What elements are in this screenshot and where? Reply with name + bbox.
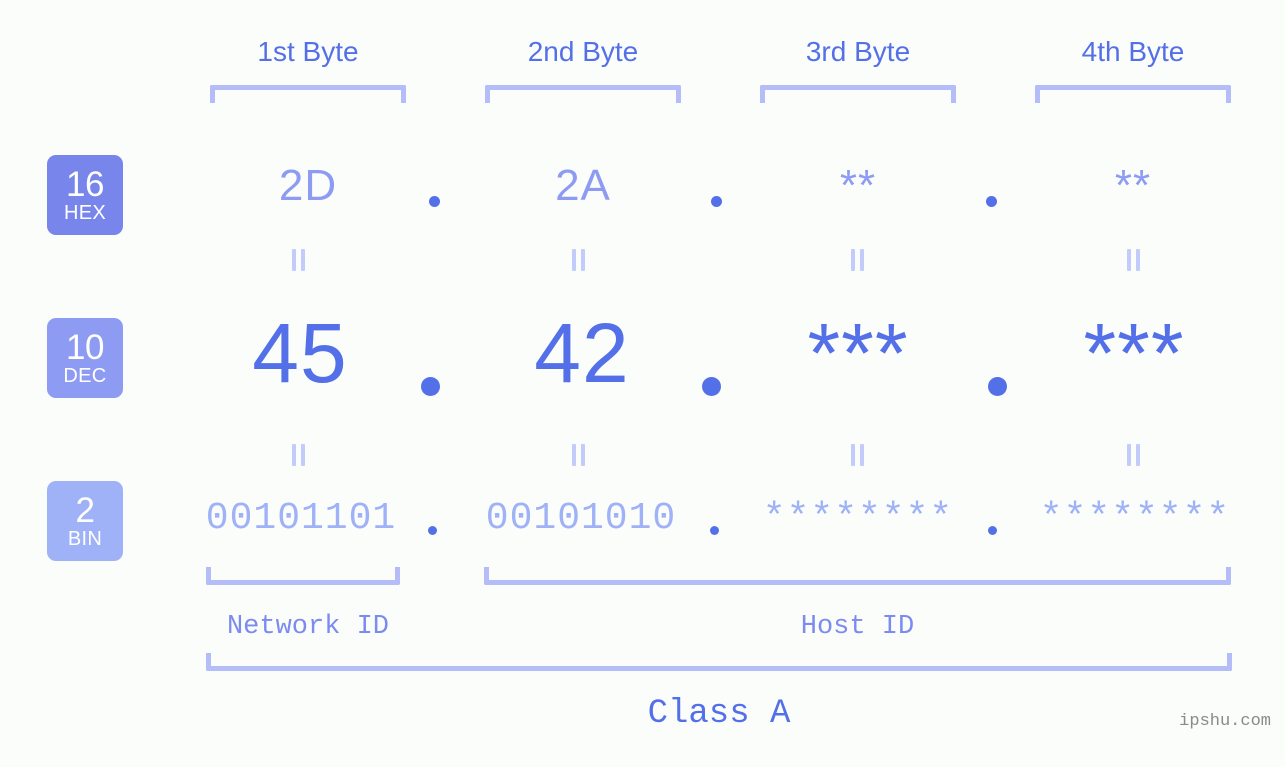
byte-header-3: 3rd Byte	[805, 36, 911, 67]
byte-bracket-2	[485, 85, 681, 103]
bin-value-byte-3: ********	[762, 497, 954, 540]
dec-dot-separator-3	[988, 377, 1007, 396]
byte-bracket-3	[760, 85, 956, 103]
base-badge-bin-number: 2	[75, 491, 95, 530]
base-badge-bin: 2 BIN	[47, 481, 123, 561]
dec-value-byte-2: 42	[534, 306, 630, 400]
bin-dot-separator-2	[710, 526, 719, 535]
class-bracket	[206, 653, 1232, 671]
network-id-bracket	[206, 567, 400, 585]
equality-mark-hex-dec-1	[292, 249, 305, 271]
equality-mark-dec-bin-3	[851, 444, 864, 466]
byte-bracket-4	[1035, 85, 1231, 103]
hex-dot-separator-1	[429, 196, 440, 207]
base-badge-dec: 10 DEC	[47, 318, 123, 398]
base-badge-hex-number: 16	[66, 165, 104, 204]
equality-mark-hex-dec-4	[1127, 249, 1140, 271]
bin-dot-separator-3	[988, 526, 997, 535]
dec-dot-separator-2	[702, 377, 721, 396]
byte-header-4: 4th Byte	[1081, 36, 1185, 67]
equality-mark-hex-dec-2	[572, 249, 585, 271]
byte-header-1: 1st Byte	[257, 36, 359, 67]
hex-dot-separator-2	[711, 196, 722, 207]
base-badge-dec-name: DEC	[63, 365, 107, 387]
dec-value-byte-4: ***	[1083, 306, 1185, 400]
host-id-label: Host ID	[800, 612, 915, 642]
equality-mark-dec-bin-2	[572, 444, 585, 466]
bin-value-byte-4: ********	[1039, 497, 1231, 540]
base-badge-hex-name: HEX	[63, 202, 107, 224]
bin-value-byte-2: 00101010	[485, 497, 677, 540]
equality-mark-dec-bin-4	[1127, 444, 1140, 466]
equality-mark-dec-bin-1	[292, 444, 305, 466]
base-badge-dec-number: 10	[66, 328, 104, 367]
host-id-bracket	[484, 567, 1231, 585]
network-id-label: Network ID	[226, 612, 390, 642]
base-badge-hex: 16 HEX	[47, 155, 123, 235]
dec-dot-separator-1	[421, 377, 440, 396]
byte-bracket-1	[210, 85, 406, 103]
dec-value-byte-3: ***	[807, 306, 909, 400]
class-label: Class A	[647, 695, 791, 733]
hex-value-byte-3: **	[839, 161, 877, 210]
hex-dot-separator-3	[986, 196, 997, 207]
equality-mark-hex-dec-3	[851, 249, 864, 271]
bin-value-byte-1: 00101101	[205, 497, 397, 540]
hex-value-byte-4: **	[1114, 161, 1152, 210]
bin-dot-separator-1	[428, 526, 437, 535]
dec-value-byte-1: 45	[252, 306, 348, 400]
ip-address-breakdown-diagram: 1st Byte 2nd Byte 3rd Byte 4th Byte 16 H…	[0, 0, 1285, 767]
base-badge-bin-name: BIN	[67, 528, 103, 550]
byte-header-2: 2nd Byte	[527, 36, 639, 67]
hex-value-byte-2: 2A	[555, 161, 611, 210]
site-watermark: ipshu.com	[1179, 712, 1271, 731]
hex-value-byte-1: 2D	[278, 161, 338, 210]
